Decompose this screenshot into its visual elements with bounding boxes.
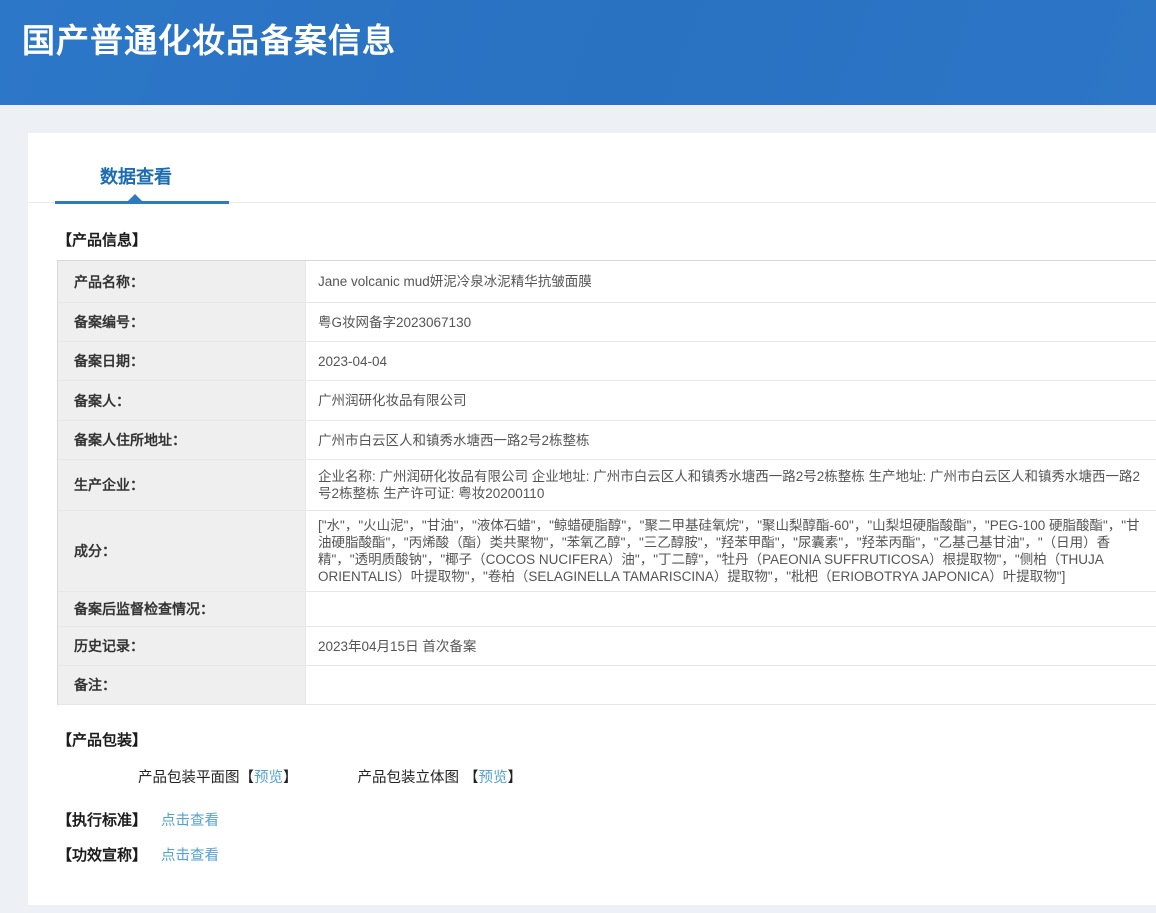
product-info-table: 产品名称： Jane volcanic mud妍泥冷泉冰泥精华抗皱面膜 备案编号… xyxy=(57,260,1156,705)
row-value xyxy=(306,666,1156,704)
standard-click-view-link[interactable]: 点击查看 xyxy=(161,809,219,830)
packaging-section-title: 【产品包装】 xyxy=(57,729,1156,750)
table-row-manufacturer: 生产企业： 企业名称: 广州润研化妆品有限公司 企业地址: 广州市白云区人和镇秀… xyxy=(58,460,1156,511)
footer: 本站由国家药品监督管理局主办 版权所有 Copyright © NMPA All… xyxy=(0,905,1156,913)
tab-bar: 数据查看 xyxy=(28,133,1156,203)
row-label: 成分： xyxy=(58,511,306,591)
bracket-close: 】 xyxy=(508,770,523,786)
table-row-registrant: 备案人： 广州润研化妆品有限公司 xyxy=(58,381,1156,421)
standard-section-title: 【执行标准】 xyxy=(57,809,147,830)
standard-row: 【执行标准】 点击查看 xyxy=(57,809,1156,830)
tab-active-indicator xyxy=(55,201,229,204)
packaging-flat-label: 产品包装平面图 xyxy=(138,770,240,786)
bracket-open: 【 xyxy=(464,770,479,786)
row-label: 产品名称： xyxy=(58,261,306,302)
row-value: ["水"，"火山泥"，"甘油"，"液体石蜡"，"鲸蜡硬脂醇"，"聚二甲基硅氧烷"… xyxy=(306,511,1156,591)
row-label: 备案人： xyxy=(58,381,306,420)
row-value: 2023-04-04 xyxy=(306,342,1156,380)
table-row-product-name: 产品名称： Jane volcanic mud妍泥冷泉冰泥精华抗皱面膜 xyxy=(58,261,1156,303)
packaging-flat-item: 产品包装平面图【预览】 xyxy=(138,766,298,787)
row-value: 企业名称: 广州润研化妆品有限公司 企业地址: 广州市白云区人和镇秀水塘西一路2… xyxy=(306,460,1156,510)
packaging-stereo-label: 产品包装立体图 xyxy=(358,770,460,786)
packaging-flat-preview-link[interactable]: 预览 xyxy=(254,770,283,786)
row-label: 历史记录： xyxy=(58,627,306,665)
row-value xyxy=(306,592,1156,626)
row-label: 备案日期： xyxy=(58,342,306,380)
table-row-registration-date: 备案日期： 2023-04-04 xyxy=(58,342,1156,381)
row-label: 备案人住所地址： xyxy=(58,421,306,459)
efficacy-click-view-link[interactable]: 点击查看 xyxy=(161,844,219,865)
efficacy-row: 【功效宣称】 点击查看 xyxy=(57,844,1156,865)
packaging-stereo-item: 产品包装立体图【预览】 xyxy=(358,766,523,787)
table-row-ingredients: 成分： ["水"，"火山泥"，"甘油"，"液体石蜡"，"鲸蜡硬脂醇"，"聚二甲基… xyxy=(58,511,1156,592)
bracket-close: 】 xyxy=(283,770,298,786)
row-value: 广州市白云区人和镇秀水塘西一路2号2栋整栋 xyxy=(306,421,1156,459)
row-label: 备注： xyxy=(58,666,306,704)
table-row-remarks: 备注： xyxy=(58,666,1156,705)
bracket-open: 【 xyxy=(240,770,255,786)
row-label: 备案后监督检查情况： xyxy=(58,592,306,626)
table-row-supervision: 备案后监督检查情况： xyxy=(58,592,1156,627)
row-label: 生产企业： xyxy=(58,460,306,510)
product-info-section-title: 【产品信息】 xyxy=(57,229,1156,250)
packaging-links-row: 产品包装平面图【预览】 产品包装立体图【预览】 xyxy=(138,766,1156,787)
row-value: 2023年04月15日 首次备案 xyxy=(306,627,1156,665)
table-row-registration-number: 备案编号： 粤G妆网备字2023067130 xyxy=(58,303,1156,342)
row-label: 备案编号： xyxy=(58,303,306,341)
row-value: Jane volcanic mud妍泥冷泉冰泥精华抗皱面膜 xyxy=(306,261,1156,302)
table-row-registrant-address: 备案人住所地址： 广州市白云区人和镇秀水塘西一路2号2栋整栋 xyxy=(58,421,1156,460)
efficacy-section-title: 【功效宣称】 xyxy=(57,844,147,865)
content-card: 数据查看 【产品信息】 产品名称： Jane volcanic mud妍泥冷泉冰… xyxy=(28,133,1156,905)
page-title: 国产普通化妆品备案信息 xyxy=(22,14,1156,62)
page-header: 国产普通化妆品备案信息 xyxy=(0,0,1156,105)
packaging-stereo-preview-link[interactable]: 预览 xyxy=(479,770,508,786)
row-value: 粤G妆网备字2023067130 xyxy=(306,303,1156,341)
table-row-history: 历史记录： 2023年04月15日 首次备案 xyxy=(58,627,1156,666)
row-value: 广州润研化妆品有限公司 xyxy=(306,381,1156,420)
